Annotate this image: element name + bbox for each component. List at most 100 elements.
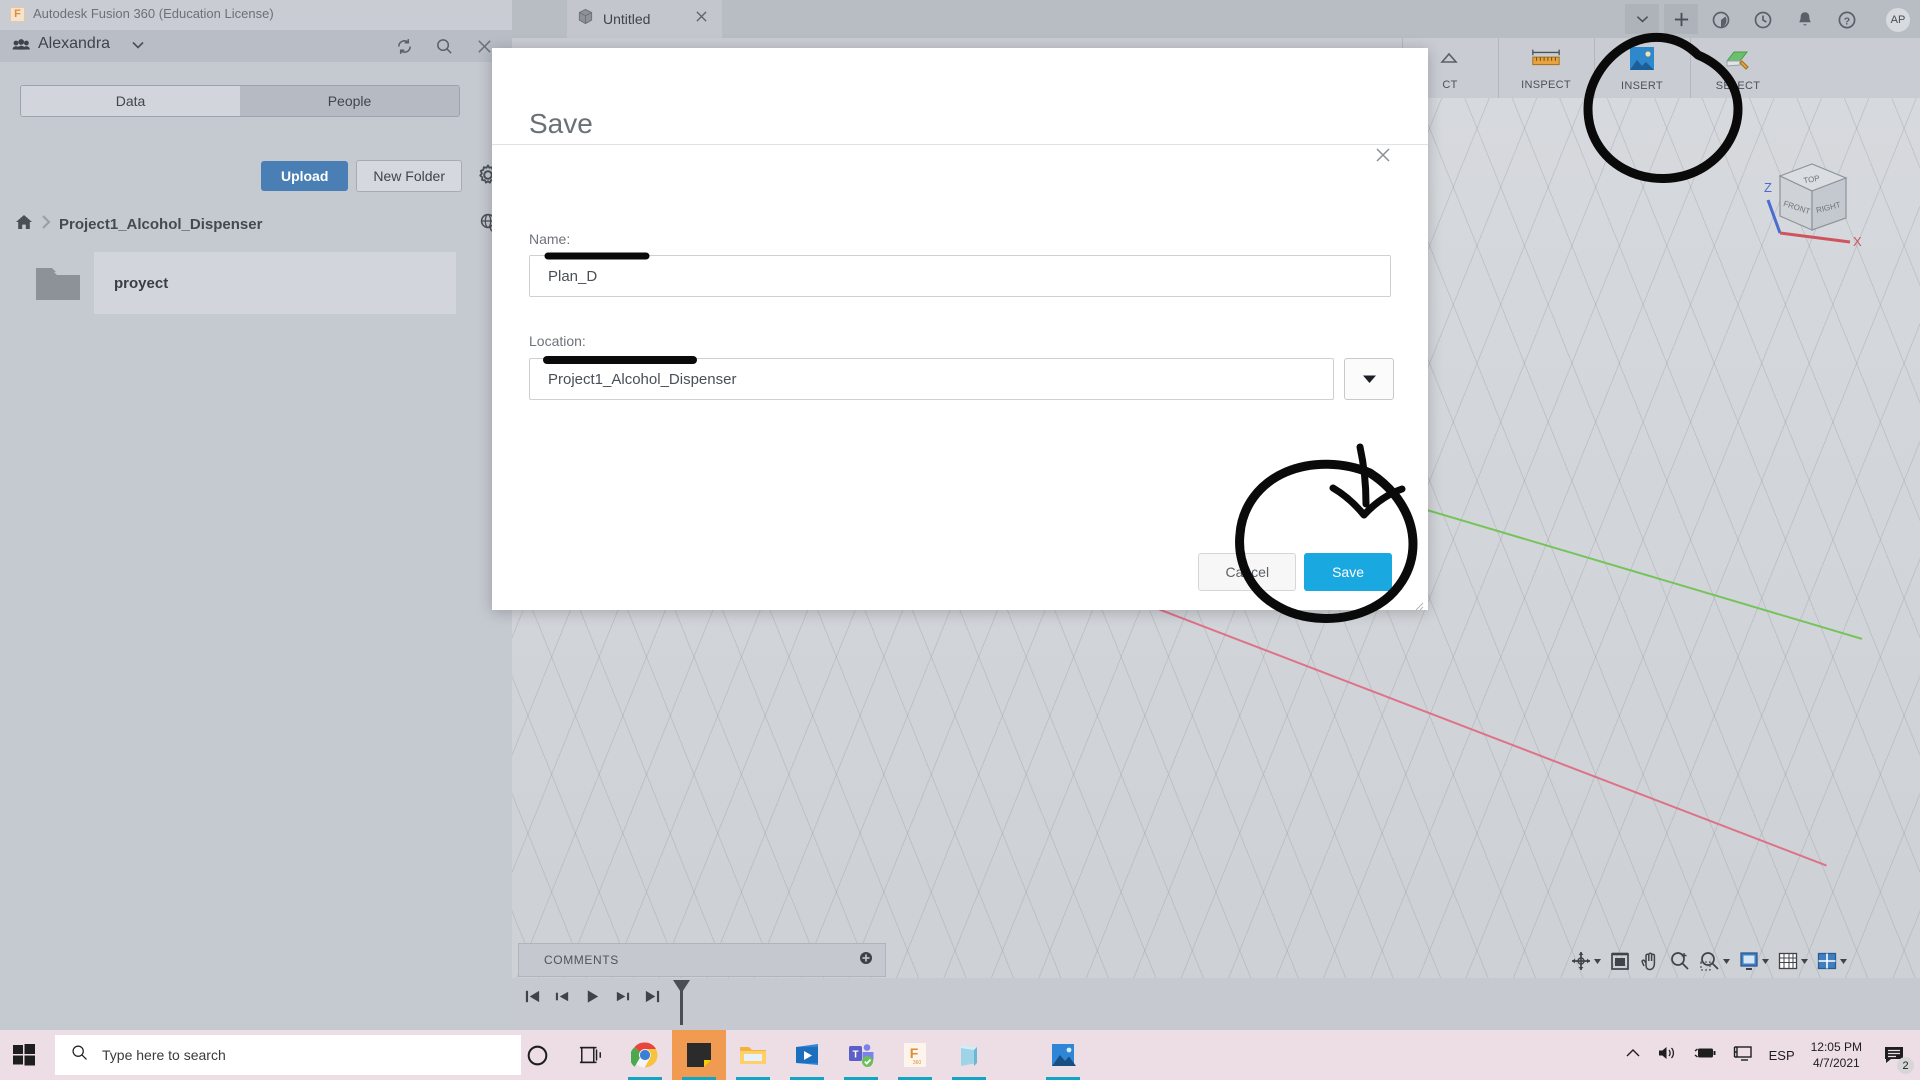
step-back-icon[interactable] — [554, 988, 571, 1010]
data-panel-header: Alexandra — [0, 30, 512, 62]
recent-clock-icon[interactable] — [1750, 7, 1776, 33]
folder-icon — [22, 252, 94, 314]
breadcrumb: Project1_Alcohol_Dispenser — [14, 213, 262, 236]
pan-hand-icon[interactable] — [1636, 950, 1664, 972]
sticky-notes-icon[interactable] — [672, 1030, 726, 1080]
tab-people[interactable]: People — [240, 86, 459, 116]
refresh-icon[interactable] — [392, 34, 416, 58]
toolbar-item-select[interactable]: SELECT — [1691, 38, 1785, 98]
select-brush-icon — [1723, 45, 1753, 78]
language-indicator[interactable]: ESP — [1769, 1048, 1795, 1063]
viewports-icon[interactable] — [1813, 950, 1850, 972]
location-dropdown-button[interactable] — [1344, 358, 1394, 400]
clock-date: 4/7/2021 — [1811, 1055, 1862, 1071]
step-forward-icon[interactable] — [614, 988, 631, 1010]
notepad-icon[interactable] — [942, 1030, 996, 1080]
chevron-down-icon[interactable] — [132, 40, 144, 52]
list-item-label: proyect — [114, 275, 168, 292]
fusion-360-icon[interactable]: F360 — [888, 1030, 942, 1080]
svg-text:?: ? — [1844, 15, 1850, 27]
save-dialog: Save Name: Plan_D Location: Project1_Alc… — [492, 48, 1428, 610]
add-comment-icon[interactable] — [859, 951, 873, 970]
cube-icon — [577, 8, 594, 30]
avatar[interactable]: AP — [1886, 8, 1910, 32]
tab-data[interactable]: Data — [21, 86, 240, 116]
job-status-icon[interactable] — [1708, 7, 1734, 33]
toolbar-item-insert[interactable]: INSERT — [1595, 38, 1689, 98]
location-field-label: Location: — [529, 333, 586, 349]
fusion-f-icon: F — [10, 7, 25, 22]
cancel-button[interactable]: Cancel — [1198, 553, 1296, 591]
svg-text:T: T — [852, 1050, 858, 1061]
toolbar-item-inspect[interactable]: INSPECT — [1499, 38, 1593, 98]
data-panel: Alexandra Data People Upload Ne — [0, 30, 512, 1030]
ruler-measure-icon — [1530, 46, 1562, 77]
search-input[interactable]: Type here to search — [55, 1035, 521, 1075]
close-icon[interactable] — [695, 10, 708, 28]
resize-grip[interactable] — [1415, 598, 1424, 607]
file-explorer-icon[interactable] — [726, 1030, 780, 1080]
axis-label-x: X — [1853, 234, 1862, 248]
skip-to-end-icon[interactable] — [644, 988, 661, 1010]
grid-snap-icon[interactable] — [1774, 950, 1811, 972]
timeline-playhead[interactable] — [680, 980, 683, 1025]
comments-bar[interactable]: COMMENTS — [518, 943, 886, 977]
cortana-icon[interactable] — [510, 1030, 564, 1080]
document-tab-bar: Untitled ? AP — [512, 0, 1920, 38]
network-display-icon[interactable] — [1733, 1044, 1753, 1067]
movies-tv-icon[interactable] — [780, 1030, 834, 1080]
taskbar-apps: T F360 — [510, 1030, 1090, 1080]
notification-badge: 2 — [1897, 1057, 1914, 1074]
upload-button[interactable]: Upload — [261, 161, 348, 191]
user-name-label[interactable]: Alexandra — [38, 35, 110, 53]
battery-icon[interactable] — [1693, 1045, 1717, 1066]
display-settings-icon[interactable] — [1735, 950, 1772, 972]
svg-text:F: F — [910, 1045, 919, 1061]
photos-icon[interactable] — [1036, 1030, 1090, 1080]
help-question-icon[interactable]: ? — [1834, 7, 1860, 33]
clock[interactable]: 12:05 PM 4/7/2021 — [1811, 1039, 1862, 1071]
close-icon[interactable] — [1368, 140, 1398, 170]
action-center-icon[interactable]: 2 — [1878, 1038, 1912, 1072]
view-cube[interactable]: Z X TOP FRONT RIGHT — [1750, 138, 1870, 248]
apps-grid-icon[interactable] — [12, 37, 30, 55]
microsoft-teams-icon[interactable]: T — [834, 1030, 888, 1080]
comments-label: COMMENTS — [544, 953, 619, 967]
zoom-scale-icon[interactable] — [1666, 950, 1694, 972]
notification-bell-icon[interactable] — [1792, 7, 1818, 33]
toolbar-label-select: SELECT — [1716, 80, 1761, 92]
volume-icon[interactable] — [1657, 1044, 1677, 1067]
orbit-icon[interactable] — [1567, 950, 1604, 972]
chevron-down-icon[interactable] — [1625, 4, 1659, 34]
search-icon — [71, 1044, 88, 1066]
toolbar-label-construct: CT — [1442, 79, 1457, 91]
chrome-icon[interactable] — [618, 1030, 672, 1080]
timeline-bar — [512, 978, 1920, 1030]
task-view-icon[interactable] — [564, 1030, 618, 1080]
windows-start-icon[interactable] — [0, 1030, 48, 1080]
location-input[interactable]: Project1_Alcohol_Dispenser — [529, 358, 1334, 400]
dialog-buttons: Cancel Save — [1198, 553, 1392, 591]
breadcrumb-path[interactable]: Project1_Alcohol_Dispenser — [59, 216, 262, 233]
zoom-window-icon[interactable] — [1696, 950, 1733, 972]
plus-icon[interactable] — [1664, 4, 1698, 34]
search-placeholder: Type here to search — [102, 1047, 226, 1063]
new-folder-button[interactable]: New Folder — [356, 160, 462, 192]
chevron-right-icon — [41, 214, 52, 235]
toolbar-label-inspect: INSPECT — [1521, 79, 1571, 91]
timeline-controls — [512, 988, 661, 1010]
window-title: Autodesk Fusion 360 (Education License) — [33, 6, 274, 21]
chevron-up-icon[interactable] — [1625, 1046, 1641, 1064]
play-icon[interactable] — [584, 988, 601, 1010]
search-icon[interactable] — [432, 34, 456, 58]
skip-to-start-icon[interactable] — [524, 988, 541, 1010]
name-input[interactable]: Plan_D — [529, 255, 1391, 297]
look-at-icon[interactable] — [1606, 950, 1634, 972]
axis-label-z: Z — [1764, 180, 1772, 195]
save-button[interactable]: Save — [1304, 553, 1392, 591]
screen-root: F Autodesk Fusion 360 (Education License… — [0, 0, 1920, 1080]
home-icon[interactable] — [14, 213, 34, 236]
list-item[interactable]: proyect — [22, 252, 456, 314]
document-tab-untitled[interactable]: Untitled — [567, 0, 722, 38]
navigation-bar — [1567, 944, 1850, 978]
